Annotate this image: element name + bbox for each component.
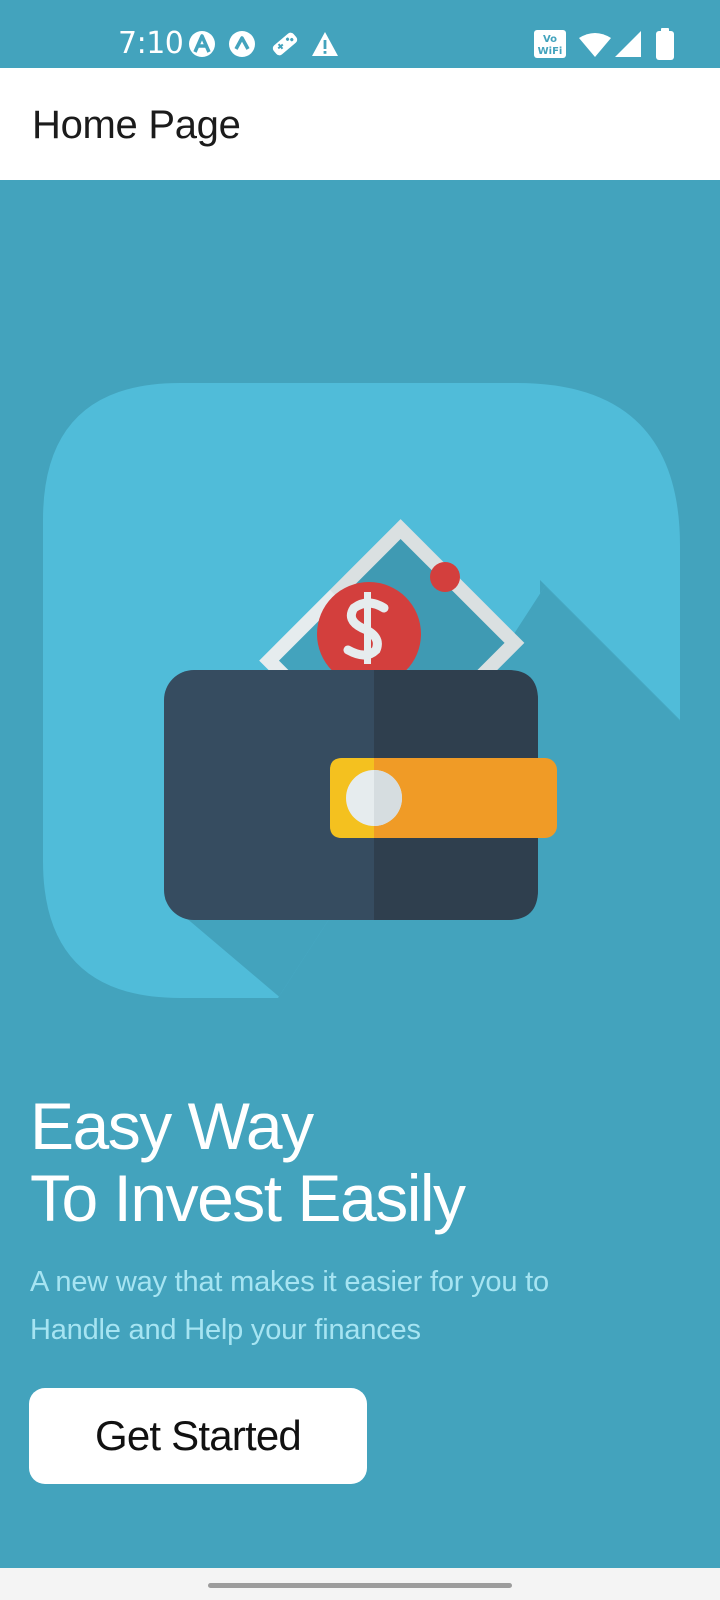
page-title: Home Page [32, 103, 241, 147]
vowifi-line1: Vo [543, 34, 557, 45]
wallet-illustration [0, 180, 720, 1060]
subtitle-line-1: A new way that makes it easier for you t… [30, 1266, 549, 1298]
vowifi-icon: Vo WiFi [534, 30, 566, 63]
headline-line-2: To Invest Easily [30, 1161, 466, 1235]
vowifi-line2: WiFi [538, 46, 563, 57]
wallet-icon [43, 383, 680, 998]
status-bar: 7:10 Vo WiFi [0, 0, 720, 68]
headline-line-1: Easy Way [30, 1089, 314, 1163]
navigation-bar [0, 1568, 720, 1600]
app-a-circle-icon [228, 30, 256, 63]
get-started-button[interactable]: Get Started [29, 1388, 367, 1484]
subtitle: A new way that makes it easier for you t… [30, 1258, 670, 1354]
status-time: 7:10 [118, 26, 184, 61]
wifi-icon [578, 32, 612, 63]
subtitle-line-2: Handle and Help your finances [30, 1314, 421, 1346]
game-controller-icon [270, 30, 300, 63]
home-indicator[interactable] [208, 1583, 512, 1588]
battery-icon [656, 28, 674, 65]
app-a-icon [188, 30, 216, 63]
signal-icon [614, 30, 642, 63]
warning-icon [310, 30, 340, 63]
app-bar: Home Page [0, 68, 720, 180]
headline: Easy Way To Invest Easily [30, 1090, 690, 1234]
